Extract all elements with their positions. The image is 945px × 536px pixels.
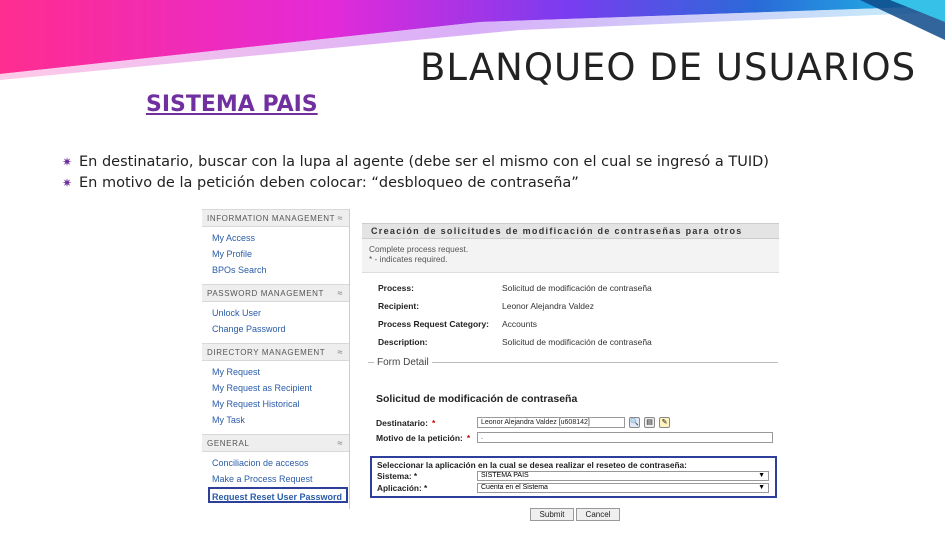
destinatario-row: Destinatario: * <box>376 416 435 429</box>
slide-subtitle: SISTEMA PAIS <box>146 92 318 117</box>
bullet-text: En motivo de la petición deben colocar: … <box>79 174 579 191</box>
sistema-row: Sistema: * <box>377 471 417 481</box>
detail-value: Accounts <box>502 319 537 329</box>
edit-icon[interactable]: ✎ <box>659 417 670 428</box>
section-header-label: PASSWORD MANAGEMENT <box>207 288 325 298</box>
detail-row: Process: Solicitud de modificación de con… <box>378 279 779 297</box>
page-header: Creación de solicitudes de modificación … <box>362 223 779 239</box>
sidebar-item-unlock-user[interactable]: Unlock User <box>212 305 349 321</box>
required-mark: * <box>413 471 418 481</box>
collapse-icon[interactable]: ≈ <box>337 288 343 298</box>
required-mark: * <box>424 483 428 493</box>
bullet-list: ✷ En destinatario, buscar con la lupa al … <box>62 151 769 193</box>
destinatario-label: Destinatario: <box>376 417 428 428</box>
sidebar-section-directory-management[interactable]: DIRECTORY MANAGEMENT ≈ <box>202 343 349 361</box>
sidebar-item-change-password[interactable]: Change Password <box>212 321 349 337</box>
sidebar-item-my-access[interactable]: My Access <box>212 230 349 246</box>
detail-value: Leonor Alejandra Valdez <box>502 301 594 311</box>
sidebar-item-conciliacion[interactable]: Conciliacion de accesos <box>212 455 349 471</box>
detail-value: Solicitud de modificación de contraseña <box>502 337 652 347</box>
sidebar-item-my-request[interactable]: My Request <box>212 364 349 380</box>
motivo-label: Motivo de la petición: <box>376 432 463 443</box>
form-detail-legend: Form Detail <box>374 357 432 368</box>
sidebar-item-my-profile[interactable]: My Profile <box>212 246 349 262</box>
required-mark: * <box>431 417 436 428</box>
sidebar-section-password-management[interactable]: PASSWORD MANAGEMENT ≈ <box>202 284 349 302</box>
info-box: Complete process request. * - indicates … <box>362 239 779 273</box>
detail-label: Recipient: <box>378 301 420 311</box>
submit-button[interactable]: Submit <box>530 508 574 521</box>
detail-label: Description: <box>378 337 428 347</box>
required-mark: * <box>466 432 471 443</box>
collapse-icon[interactable]: ≈ <box>337 213 343 223</box>
cancel-button[interactable]: Cancel <box>576 508 620 521</box>
detail-row: Process Request Category: Accounts <box>378 315 779 333</box>
section-header-label: INFORMATION MANAGEMENT <box>207 213 336 223</box>
detail-row: Recipient: Leonor Alejandra Valdez <box>378 297 779 315</box>
dropdown-arrow-icon: ▼ <box>758 484 765 491</box>
main-panel: Creación de solicitudes de modificación … <box>362 223 779 521</box>
info-line: Complete process request. <box>369 244 469 254</box>
directory-icon[interactable]: ▤ <box>644 417 655 428</box>
search-icon[interactable]: 🔍 <box>629 417 640 428</box>
aplicacion-row: Aplicación: * <box>377 483 427 493</box>
bullet-icon: ✷ <box>62 175 73 190</box>
sistema-label: Sistema: <box>377 471 412 481</box>
info-line: * - indicates required. <box>369 254 448 264</box>
sidebar: INFORMATION MANAGEMENT ≈ My Access My Pro… <box>202 209 350 509</box>
aplicacion-label: Aplicación: <box>377 483 422 493</box>
bullet-item: ✷ En motivo de la petición deben colocar:… <box>62 172 769 193</box>
bullet-icon: ✷ <box>62 154 73 169</box>
motivo-row: Motivo de la petición: * <box>376 431 470 444</box>
sidebar-item-my-task[interactable]: My Task <box>212 412 349 428</box>
slide-title: BLANQUEO DE USUARIOS <box>420 46 917 89</box>
bullet-item: ✷ En destinatario, buscar con la lupa al … <box>62 151 769 172</box>
collapse-icon[interactable]: ≈ <box>337 438 343 448</box>
section-header-label: GENERAL <box>207 438 250 448</box>
sidebar-item-my-request-historical[interactable]: My Request Historical <box>212 396 349 412</box>
app-screenshot: INFORMATION MANAGEMENT ≈ My Access My Pro… <box>202 209 779 521</box>
collapse-icon[interactable]: ≈ <box>337 347 343 357</box>
sistema-value: SISTEMA PAIS <box>481 472 529 479</box>
bullet-text: En destinatario, buscar con la lupa al a… <box>79 153 769 170</box>
sidebar-item-make-process-request[interactable]: Make a Process Request <box>212 471 349 487</box>
destinatario-input[interactable]: Leonor Alejandra Valdez [u608142] <box>477 417 625 428</box>
sidebar-item-request-reset-password[interactable]: Request Reset User Password <box>208 487 348 503</box>
sidebar-item-bpos-search[interactable]: BPOs Search <box>212 262 349 278</box>
aplicacion-value: Cuenta en el Sistema <box>481 484 548 491</box>
application-box-title: Seleccionar la aplicación en la cual se … <box>377 460 687 470</box>
detail-row: Description: Solicitud de modificación de… <box>378 333 779 351</box>
aplicacion-select[interactable]: Cuenta en el Sistema ▼ <box>477 483 769 493</box>
detail-label: Process Request Category: <box>378 319 490 329</box>
details-list: Process: Solicitud de modificación de con… <box>362 273 779 351</box>
form-title: Solicitud de modificación de contraseña <box>376 393 578 405</box>
application-selection-box: Seleccionar la aplicación en la cual se … <box>370 456 777 498</box>
sidebar-section-information-management[interactable]: INFORMATION MANAGEMENT ≈ <box>202 209 349 227</box>
form-detail-fieldset: Form Detail <box>368 357 778 368</box>
sidebar-section-general[interactable]: GENERAL ≈ <box>202 434 349 452</box>
detail-label: Process: <box>378 283 414 293</box>
sistema-select[interactable]: SISTEMA PAIS ▼ <box>477 471 769 481</box>
sidebar-item-my-request-as-recipient[interactable]: My Request as Recipient <box>212 380 349 396</box>
dropdown-arrow-icon: ▼ <box>758 472 765 479</box>
detail-value: Solicitud de modificación de contraseña <box>502 283 652 293</box>
motivo-input[interactable]: . <box>477 432 773 443</box>
section-header-label: DIRECTORY MANAGEMENT <box>207 347 326 357</box>
